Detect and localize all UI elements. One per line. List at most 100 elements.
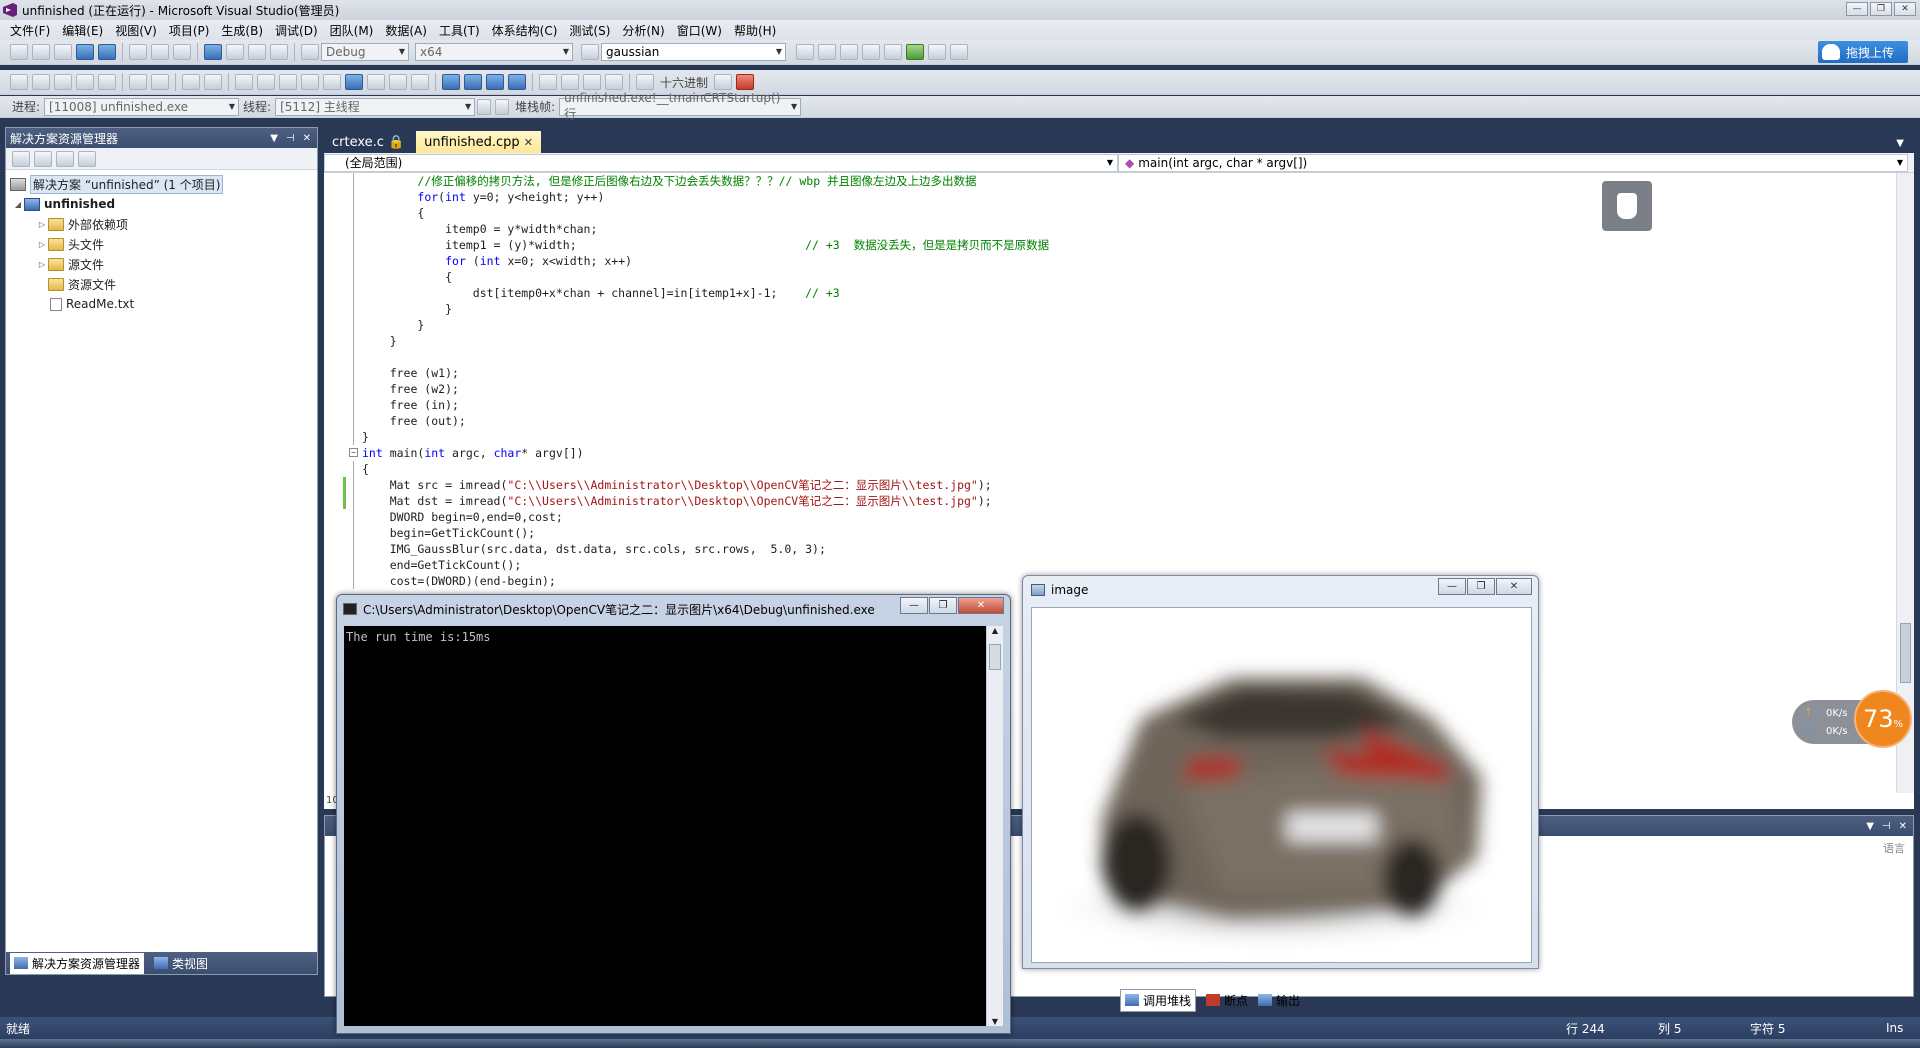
start-debug-icon[interactable] [301,44,319,60]
find-combo[interactable]: gaussian ▼ [601,43,786,61]
console-window[interactable]: C:\Users\Administrator\Desktop\OpenCV笔记之… [336,594,1011,1034]
hex-display-toggle[interactable]: 十六进制 [660,74,708,91]
tab-unfinished-cpp[interactable]: unfinished.cpp ✕ [416,131,541,153]
code-line[interactable]: } [324,333,1894,349]
console-output[interactable]: The run time is:15ms [344,626,986,1026]
code-line[interactable]: } [324,301,1894,317]
code-line[interactable]: free (out); [324,413,1894,429]
dropdown-icon[interactable]: ▼ [1866,821,1874,832]
undo-icon[interactable] [204,44,222,60]
image-minimize-button[interactable]: — [1438,578,1466,595]
navigate-forward-icon[interactable] [270,44,288,60]
show-next-statement-icon[interactable] [539,74,557,90]
code-line[interactable]: { [324,461,1894,477]
scrollbar-thumb[interactable] [1900,623,1911,683]
code-line[interactable]: } [324,429,1894,445]
extension-manager-icon[interactable] [906,44,924,60]
code-line[interactable]: { [324,205,1894,221]
code-line[interactable]: IMG_GaussBlur(src.data, dst.data, src.co… [324,541,1894,557]
tree-item-header-files[interactable]: ▷ 头文件 [6,234,317,254]
tree-item-resource-files[interactable]: 资源文件 [6,274,317,294]
tab-solution-explorer[interactable]: 解决方案资源管理器 [10,952,145,974]
step-out-debug-icon[interactable] [605,74,623,90]
tree-item-solution[interactable]: 解决方案 “unfinished” (1 个项目) [6,174,317,194]
menu-help[interactable]: 帮助(H) [728,22,782,39]
scope-select[interactable]: (全局范围) ▼ [324,153,1118,172]
restart-icon[interactable] [508,74,526,90]
flag-thread-icon[interactable] [477,98,492,115]
thread-select[interactable]: [5112] 主线程 ▼ [275,97,476,116]
menu-window[interactable]: 窗口(W) [671,22,728,39]
step-out-icon[interactable] [389,74,407,90]
menu-architecture[interactable]: 体系结构(C) [486,22,564,39]
close-icon[interactable]: ✕ [1899,821,1907,832]
code-line[interactable]: free (w1); [324,365,1894,381]
uncomment-icon[interactable] [204,74,222,90]
refresh-icon[interactable] [56,150,74,167]
navigate-back-icon[interactable] [248,44,266,60]
properties-icon[interactable] [12,150,30,167]
tab-dropdown-icon[interactable]: ▼ [1896,138,1914,153]
toolbox-icon[interactable] [862,44,880,60]
network-speed-widget[interactable]: ↑ 0K/s ↓ 0K/s 73% [1792,690,1912,748]
pin-icon[interactable]: ⊣ [1882,821,1891,832]
menu-view[interactable]: 视图(V) [109,22,163,39]
console-minimize-button[interactable]: — [900,597,928,614]
console-close-button[interactable]: ✕ [958,597,1004,614]
expand-icon[interactable]: ▷ [36,220,48,229]
outdent-icon[interactable] [151,74,169,90]
breakpoints-window-icon[interactable] [736,74,755,90]
add-item-icon[interactable] [32,44,50,60]
code-line[interactable]: free (in); [324,397,1894,413]
menu-data[interactable]: 数据(A) [379,22,433,39]
tab-output[interactable]: 输出 [1258,992,1300,1009]
save-all-icon[interactable] [98,44,116,60]
member-select[interactable]: ◆ main(int argc, char * argv[]) ▼ [1118,153,1908,172]
step-into-icon[interactable] [345,74,363,90]
solution-config-select[interactable]: Debug ▼ [321,43,409,61]
bookmark-prev-icon[interactable] [257,74,275,90]
thread-icon[interactable] [714,74,733,90]
code-line[interactable]: dst[itemp0+x*chan + channel]=in[itemp1+x… [324,285,1894,301]
console-restore-button[interactable]: ❐ [929,597,957,614]
menu-file[interactable]: 文件(F) [4,22,56,39]
find-symbol-icon[interactable] [32,74,50,90]
image-window[interactable]: image — ❐ ✕ [1022,575,1539,969]
font-icon[interactable] [76,74,94,90]
break-all-icon[interactable] [464,74,482,90]
code-line[interactable]: − int main(int argc, char* argv[]) [324,445,1894,461]
cut-icon[interactable] [129,44,147,60]
properties-icon[interactable] [818,44,836,60]
usage-percent-badge[interactable]: 73% [1854,690,1912,748]
format-icon[interactable] [10,74,28,90]
start-page-icon[interactable] [928,44,946,60]
code-line[interactable]: free (w2); [324,381,1894,397]
close-button[interactable]: ✕ [1894,2,1916,16]
menu-team[interactable]: 团队(M) [324,22,380,39]
menu-build[interactable]: 生成(B) [215,22,269,39]
tools-icon[interactable] [884,44,902,60]
stop-debugging-icon[interactable] [486,74,504,90]
code-line[interactable]: Mat dst = imread("C:\\Users\\Administrat… [324,493,1894,509]
code-line[interactable]: Mat src = imread("C:\\Users\\Administrat… [324,477,1894,493]
bookmark-toggle-icon[interactable] [235,74,253,90]
dropdown-icon[interactable]: ▼ [270,133,278,144]
solution-explorer-icon[interactable] [796,44,814,60]
tab-call-stack[interactable]: 调用堆栈 [1120,988,1197,1012]
step-over-debug-icon[interactable] [583,74,601,90]
code-line[interactable]: for(int y=0; y<height; y++) [324,189,1894,205]
platform-select[interactable]: x64 ▼ [415,43,573,61]
tab-crtexe-c[interactable]: crtexe.c 🔒 [324,131,412,153]
step-over-icon[interactable] [367,74,385,90]
bookmark-clear-icon[interactable] [301,74,319,90]
tree-item-source-files[interactable]: ▷ 源文件 [6,254,317,274]
more-windows-icon[interactable] [950,44,968,60]
restore-button[interactable]: ❐ [1870,2,1892,16]
tree-item-external-deps[interactable]: ▷ 外部依赖项 [6,214,317,234]
process-select[interactable]: [11008] unfinished.exe ▼ [44,97,240,116]
open-file-icon[interactable] [54,44,72,60]
tab-class-view[interactable]: 类视图 [154,955,208,972]
floating-assistant-icon[interactable] [1602,181,1652,231]
object-browser-icon[interactable] [840,44,858,60]
code-line[interactable]: end=GetTickCount(); [324,557,1894,573]
